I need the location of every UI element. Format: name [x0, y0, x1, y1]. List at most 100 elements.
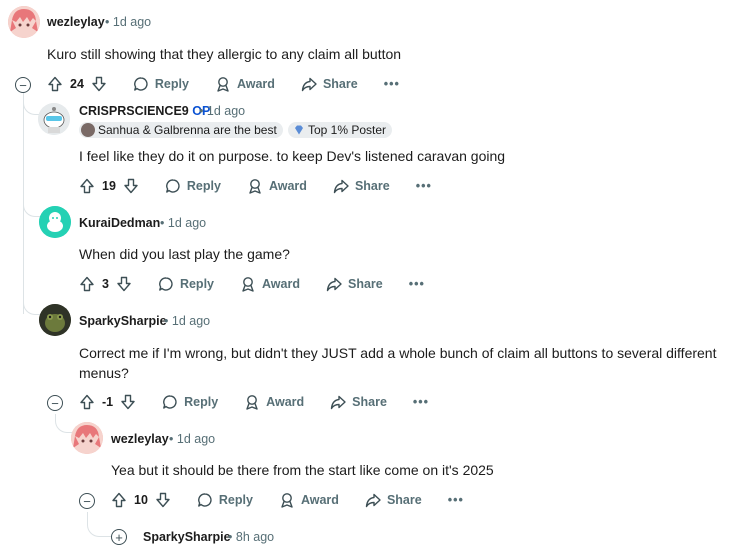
reply-button[interactable]: Reply: [158, 276, 214, 292]
comment-body: Correct me if I'm wrong, but didn't they…: [79, 343, 729, 383]
comment-actions: 3 Reply Award Share •••: [79, 272, 425, 296]
downvote-icon[interactable]: [123, 178, 139, 194]
comment-body: I feel like they do it on purpose. to ke…: [79, 148, 506, 164]
timestamp[interactable]: 1d ago: [168, 216, 206, 230]
upvote-icon[interactable]: [79, 394, 95, 410]
more-options-icon[interactable]: •••: [448, 493, 464, 507]
user-flair: Sanhua & Galbrenna are the best: [79, 122, 283, 138]
comment-actions: -1 Reply Award Share •••: [79, 390, 429, 414]
share-button[interactable]: Share: [333, 178, 390, 194]
thread-branch-4: [55, 414, 72, 433]
separator: •: [169, 432, 174, 446]
separator: •: [160, 216, 165, 230]
award-button[interactable]: Award: [244, 394, 304, 410]
reply-label: Reply: [186, 179, 221, 193]
downvote-icon[interactable]: [116, 276, 132, 292]
timestamp[interactable]: 8h ago: [236, 530, 274, 544]
username[interactable]: wezleylay: [111, 432, 169, 446]
reply-button[interactable]: Reply: [133, 76, 189, 92]
timestamp[interactable]: 1d ago: [177, 432, 215, 446]
username[interactable]: SparkySharpie: [143, 530, 231, 544]
award-icon: [242, 277, 254, 292]
comment-body-line: menus?: [79, 365, 129, 381]
username[interactable]: SparkySharpie: [79, 314, 167, 328]
vote-count: 10: [134, 493, 148, 507]
share-button[interactable]: Share: [326, 276, 383, 292]
top-poster-badge: Top 1% Poster: [288, 122, 393, 138]
award-button[interactable]: Award: [279, 492, 339, 508]
reply-label: Reply: [179, 277, 214, 291]
comment-meta: • 1d ago: [164, 314, 210, 328]
upvote-icon[interactable]: [111, 492, 127, 508]
share-label: Share: [347, 277, 383, 291]
thread-branch-1: [23, 96, 40, 115]
share-label: Share: [352, 395, 387, 409]
more-options-icon[interactable]: •••: [413, 395, 429, 409]
thread-branch-2: [23, 198, 40, 217]
collapse-toggle[interactable]: −: [79, 493, 95, 509]
reply-label: Reply: [154, 77, 189, 91]
downvote-icon[interactable]: [155, 492, 171, 508]
speech-bubble-icon: [159, 277, 173, 291]
vote-group: 24: [47, 76, 107, 92]
thread-branch-3: [23, 296, 40, 315]
speech-bubble-icon: [134, 77, 148, 91]
snoo-avatar-icon: [38, 103, 70, 135]
collapse-toggle[interactable]: −: [47, 395, 63, 411]
award-icon: [217, 77, 229, 92]
avatar[interactable]: [8, 6, 40, 38]
more-options-icon[interactable]: •••: [416, 179, 432, 193]
award-button[interactable]: Award: [247, 178, 307, 194]
thread-branch-5: [87, 512, 112, 537]
share-arrow-icon: [365, 493, 381, 508]
comment-body: Yea but it should be there from the star…: [111, 462, 494, 478]
username[interactable]: wezleylay: [47, 15, 105, 29]
comment-meta: • 1d ago: [160, 216, 206, 230]
downvote-icon[interactable]: [120, 394, 136, 410]
share-arrow-icon: [330, 395, 346, 410]
more-options-icon[interactable]: •••: [409, 277, 425, 291]
comment-meta: • 1d ago: [105, 15, 151, 29]
username[interactable]: KuraiDedman: [79, 216, 160, 230]
reply-button[interactable]: Reply: [162, 394, 218, 410]
frog-avatar-icon: [39, 304, 71, 336]
avatar[interactable]: [39, 304, 71, 336]
avatar[interactable]: [71, 422, 103, 454]
timestamp[interactable]: 1d ago: [172, 314, 210, 328]
avatar[interactable]: [38, 103, 70, 135]
minus-icon: −: [51, 395, 59, 411]
share-button[interactable]: Share: [330, 394, 387, 410]
share-label: Share: [322, 77, 358, 91]
expand-toggle[interactable]: +: [111, 529, 127, 545]
share-button[interactable]: Share: [365, 492, 422, 508]
share-button[interactable]: Share: [301, 76, 358, 92]
diamond-icon: [295, 125, 303, 135]
timestamp[interactable]: 1d ago: [207, 104, 245, 118]
username[interactable]: CRISPRSCIENCE9 OP: [79, 104, 210, 118]
more-options-icon[interactable]: •••: [384, 77, 400, 91]
snoo-avatar-icon: [39, 206, 71, 238]
award-button[interactable]: Award: [215, 76, 275, 92]
downvote-icon[interactable]: [91, 76, 107, 92]
timestamp[interactable]: 1d ago: [113, 15, 151, 29]
minus-icon: −: [83, 493, 91, 509]
upvote-icon[interactable]: [47, 76, 63, 92]
separator: •: [105, 15, 110, 29]
upvote-icon[interactable]: [79, 178, 95, 194]
award-button[interactable]: Award: [240, 276, 300, 292]
reply-button[interactable]: Reply: [197, 492, 253, 508]
avatar[interactable]: [39, 206, 71, 238]
speech-bubble-icon: [163, 395, 177, 409]
collapse-toggle[interactable]: −: [15, 77, 31, 93]
award-icon: [281, 493, 293, 508]
upvote-icon[interactable]: [79, 276, 95, 292]
award-label: Award: [300, 493, 339, 507]
vote-group: -1: [79, 394, 136, 410]
badge-text: Top 1% Poster: [308, 123, 387, 137]
comment-body: When did you last play the game?: [79, 246, 290, 262]
reply-button[interactable]: Reply: [165, 178, 221, 194]
comment-meta: • 1d ago: [199, 104, 245, 118]
award-icon: [246, 395, 258, 410]
reply-label: Reply: [218, 493, 253, 507]
share-arrow-icon: [301, 77, 317, 92]
